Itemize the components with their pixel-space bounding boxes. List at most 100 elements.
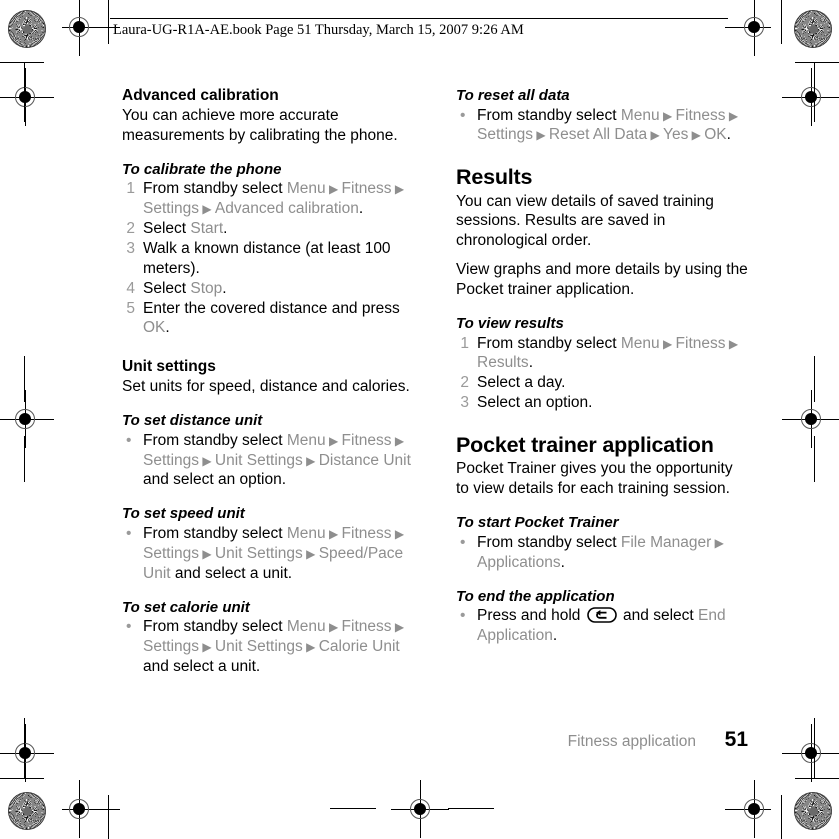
- step-number: 1: [126, 180, 135, 198]
- step-number: 1: [460, 334, 469, 352]
- bullets-to-start-pocket-trainer: • From standby select File Manager ▶ App…: [456, 533, 748, 573]
- menu-item: File Manager: [620, 533, 712, 551]
- bullet-tail: and select an option.: [143, 471, 287, 489]
- list-item: 1 From standby select Menu ▶ Fitness ▶ S…: [122, 179, 414, 219]
- bullets-to-set-distance-unit: • From standby select Menu ▶ Fitness ▶ S…: [122, 431, 414, 491]
- chevron-right-icon: ▶: [199, 639, 215, 654]
- crosshair-left-lower: [0, 724, 54, 782]
- heading-to-calibrate-the-phone: To calibrate the phone: [122, 160, 282, 178]
- menu-item: Menu: [286, 431, 326, 449]
- crosshair-top-left: [62, 0, 120, 56]
- step-lead: Enter the covered distance and press: [143, 299, 400, 317]
- trim-line-right-lower-horizontal: [795, 778, 839, 779]
- section-unit-settings: Unit settings Set units for speed, dista…: [122, 357, 414, 676]
- section-advanced-calibration: Advanced calibration You can achieve mor…: [122, 86, 414, 338]
- trim-line-left-middle: [24, 356, 25, 402]
- body-results-1: You can view details of saved training s…: [456, 192, 714, 250]
- section-pocket-trainer-application: Pocket trainer application Pocket Traine…: [456, 432, 748, 646]
- chevron-right-icon: ▶: [302, 453, 319, 468]
- crosshair-bottom-right: [725, 780, 771, 838]
- list-item: 2 Select Start.: [122, 219, 414, 239]
- menu-item: Results: [477, 354, 529, 372]
- heading-to-reset-all-data: To reset all data: [456, 87, 570, 104]
- step-text: Select Stop.: [143, 280, 227, 297]
- page-header: Laura-UG-R1A-AE.book Page 51 Thursday, M…: [110, 18, 750, 39]
- section-reset-all-data: To reset all data • From standby select …: [456, 86, 748, 145]
- menu-item: Settings: [143, 637, 200, 655]
- steps-to-calibrate-the-phone: 1 From standby select Menu ▶ Fitness ▶ S…: [122, 179, 414, 338]
- crosshair-right-upper: [782, 68, 839, 126]
- crosshair-right-lower: [782, 724, 839, 782]
- bullet-text: Press and hold and select End Applicatio…: [477, 607, 726, 644]
- trim-line-right-lower-vertical: [814, 718, 815, 778]
- chevron-right-icon: ▶: [391, 620, 405, 635]
- chevron-right-icon: ▶: [325, 182, 342, 197]
- heading-to-set-speed-unit: To set speed unit: [122, 505, 245, 523]
- menu-item: Fitness: [675, 106, 726, 124]
- bullet-lead: From standby select: [143, 524, 287, 542]
- trim-line-bottom-left-vertical: [108, 795, 109, 839]
- heading-unit-settings: Unit settings: [122, 358, 216, 376]
- trim-line-right-upper-horizontal: [795, 62, 839, 63]
- body-advanced-calibration: You can achieve more accurate measuremen…: [122, 106, 398, 144]
- trim-line-bottom-center-right: [448, 808, 494, 809]
- trim-line-top-left-vertical: [108, 0, 109, 44]
- list-item: 5 Enter the covered distance and press O…: [122, 299, 414, 339]
- chevron-right-icon: ▶: [302, 639, 319, 654]
- trim-line-left-upper-horizontal: [0, 62, 44, 63]
- heading-to-start-pocket-trainer: To start Pocket Trainer: [456, 514, 619, 532]
- menu-item: Settings: [477, 126, 534, 144]
- menu-item: Fitness: [341, 524, 392, 542]
- menu-item: Stop: [190, 279, 223, 297]
- bullet-marker: •: [126, 431, 132, 449]
- trim-line-top-right-vertical: [781, 0, 782, 44]
- chevron-right-icon: ▶: [325, 526, 342, 541]
- heading-advanced-calibration: Advanced calibration: [122, 87, 279, 104]
- list-item: • From standby select Menu ▶ Fitness ▶ S…: [456, 106, 748, 146]
- body-unit-settings: Set units for speed, distance and calori…: [122, 378, 410, 396]
- heading-to-set-distance-unit: To set distance unit: [122, 412, 263, 430]
- menu-item: Settings: [143, 200, 200, 218]
- heading-pocket-trainer-application: Pocket trainer application: [456, 433, 714, 458]
- menu-item: OK: [143, 319, 166, 337]
- crosshair-left-upper: [0, 68, 54, 126]
- bullet-marker: •: [460, 607, 466, 625]
- list-item: • From standby select File Manager ▶ App…: [456, 533, 748, 573]
- step-tail: .: [358, 200, 364, 218]
- bullet-tail: .: [726, 126, 731, 144]
- step-text: Select an option.: [477, 394, 593, 412]
- steps-to-view-results: 1 From standby select Menu ▶ Fitness ▶ R…: [456, 334, 748, 414]
- bullet-text: From standby select Menu ▶ Fitness ▶ Set…: [143, 525, 404, 582]
- crosshair-bottom-center: [391, 780, 449, 838]
- chevron-right-icon: ▶: [302, 546, 319, 561]
- menu-item: Settings: [143, 544, 200, 562]
- crosshair-bottom-left: [62, 780, 120, 838]
- bullet-text: From standby select Menu ▶ Fitness ▶ Set…: [143, 432, 411, 489]
- menu-item: Menu: [286, 524, 326, 542]
- bullet-mid: and select: [618, 607, 698, 625]
- menu-item: OK: [704, 126, 727, 144]
- list-item: 2 Select a day.: [456, 373, 748, 393]
- bullet-lead: From standby select: [143, 431, 287, 449]
- trim-line-bottom-center-left: [330, 808, 376, 809]
- menu-item: Advanced calibration: [214, 200, 359, 218]
- menu-item: Settings: [143, 451, 200, 469]
- menu-item: Unit Settings: [214, 451, 303, 469]
- menu-item: Menu: [286, 618, 326, 636]
- back-key-icon: [586, 607, 617, 623]
- trim-line-bottom-right-vertical: [781, 795, 782, 839]
- trim-line-right-middle: [814, 356, 815, 402]
- step-number: 3: [126, 239, 135, 257]
- menu-item: Menu: [620, 334, 660, 352]
- radial-target-top-left: [8, 10, 46, 48]
- chevron-right-icon: ▶: [325, 620, 342, 635]
- crosshair-right-middle: [782, 390, 839, 448]
- step-lead: From standby select: [143, 180, 287, 198]
- bullet-text: From standby select File Manager ▶ Appli…: [477, 534, 724, 571]
- menu-item: Yes: [663, 126, 689, 144]
- left-column: Advanced calibration You can achieve mor…: [122, 86, 414, 677]
